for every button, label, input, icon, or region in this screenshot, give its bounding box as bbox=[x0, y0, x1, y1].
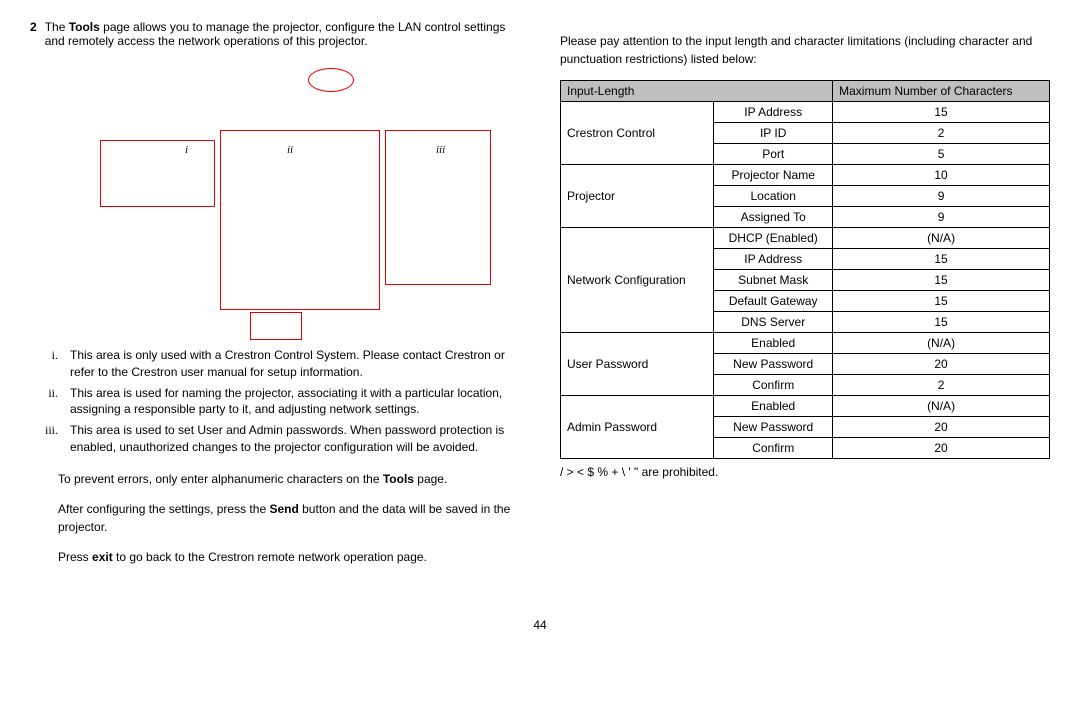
field-cell: Subnet Mask bbox=[714, 270, 833, 291]
left-column: 2 The Tools page allows you to manage th… bbox=[30, 20, 520, 578]
group-cell: Projector bbox=[561, 165, 714, 228]
diagram-label-iii: iii bbox=[436, 144, 445, 156]
tools-diagram: i ii iii bbox=[90, 62, 500, 317]
field-cell: IP ID bbox=[714, 123, 833, 144]
field-cell: IP Address bbox=[714, 249, 833, 270]
max-cell: (N/A) bbox=[833, 333, 1050, 354]
header-input-length: Input-Length bbox=[561, 81, 833, 102]
table-row: User PasswordEnabled(N/A) bbox=[561, 333, 1050, 354]
max-cell: 15 bbox=[833, 270, 1050, 291]
field-cell: Port bbox=[714, 144, 833, 165]
intro-text: The Tools page allows you to manage the … bbox=[45, 20, 520, 48]
field-cell: Enabled bbox=[714, 396, 833, 417]
diagram-box-i bbox=[100, 140, 215, 207]
max-cell: 10 bbox=[833, 165, 1050, 186]
field-cell: New Password bbox=[714, 417, 833, 438]
field-cell: New Password bbox=[714, 354, 833, 375]
header-max-chars: Maximum Number of Characters bbox=[833, 81, 1050, 102]
max-cell: 20 bbox=[833, 438, 1050, 459]
group-cell: Crestron Control bbox=[561, 102, 714, 165]
diagram-label-ii: ii bbox=[287, 144, 293, 156]
note-ii: ii.This area is used for naming the proj… bbox=[30, 385, 520, 419]
alphanumeric-note: To prevent errors, only enter alphanumer… bbox=[58, 470, 520, 488]
max-cell: 15 bbox=[833, 249, 1050, 270]
input-length-lead: Please pay attention to the input length… bbox=[560, 32, 1050, 68]
right-column: Please pay attention to the input length… bbox=[560, 20, 1050, 578]
table-row: Crestron ControlIP Address15 bbox=[561, 102, 1050, 123]
tools-intro: 2 The Tools page allows you to manage th… bbox=[30, 20, 520, 48]
note-iii: iii.This area is used to set User and Ad… bbox=[30, 422, 520, 456]
step-number: 2 bbox=[30, 20, 37, 34]
max-cell: 9 bbox=[833, 207, 1050, 228]
table-row: Admin PasswordEnabled(N/A) bbox=[561, 396, 1050, 417]
group-cell: Admin Password bbox=[561, 396, 714, 459]
max-cell: (N/A) bbox=[833, 228, 1050, 249]
diagram-notes-list: i.This area is only used with a Crestron… bbox=[30, 347, 520, 456]
table-row: ProjectorProjector Name10 bbox=[561, 165, 1050, 186]
note-i: i.This area is only used with a Crestron… bbox=[30, 347, 520, 381]
diagram-label-i: i bbox=[185, 144, 188, 156]
field-cell: DNS Server bbox=[714, 312, 833, 333]
field-cell: Confirm bbox=[714, 438, 833, 459]
field-cell: Enabled bbox=[714, 333, 833, 354]
group-cell: Network Configuration bbox=[561, 228, 714, 333]
diagram-box-bottom bbox=[250, 312, 302, 340]
group-cell: User Password bbox=[561, 333, 714, 396]
tools-word: Tools bbox=[69, 20, 100, 34]
max-cell: 5 bbox=[833, 144, 1050, 165]
page-number: 44 bbox=[30, 618, 1050, 632]
max-cell: 15 bbox=[833, 102, 1050, 123]
input-length-table: Input-Length Maximum Number of Character… bbox=[560, 80, 1050, 459]
diagram-ellipse bbox=[308, 68, 354, 92]
max-cell: (N/A) bbox=[833, 396, 1050, 417]
field-cell: DHCP (Enabled) bbox=[714, 228, 833, 249]
exit-note: Press exit to go back to the Crestron re… bbox=[58, 548, 520, 566]
field-cell: Projector Name bbox=[714, 165, 833, 186]
max-cell: 15 bbox=[833, 312, 1050, 333]
send-note: After configuring the settings, press th… bbox=[58, 500, 520, 536]
field-cell: Default Gateway bbox=[714, 291, 833, 312]
field-cell: IP Address bbox=[714, 102, 833, 123]
max-cell: 9 bbox=[833, 186, 1050, 207]
diagram-box-ii bbox=[220, 130, 380, 310]
max-cell: 20 bbox=[833, 354, 1050, 375]
prohibited-chars: / > < $ % + \ ' " are prohibited. bbox=[560, 465, 1050, 479]
max-cell: 2 bbox=[833, 375, 1050, 396]
table-row: Network ConfigurationDHCP (Enabled)(N/A) bbox=[561, 228, 1050, 249]
max-cell: 15 bbox=[833, 291, 1050, 312]
field-cell: Confirm bbox=[714, 375, 833, 396]
field-cell: Assigned To bbox=[714, 207, 833, 228]
max-cell: 2 bbox=[833, 123, 1050, 144]
field-cell: Location bbox=[714, 186, 833, 207]
max-cell: 20 bbox=[833, 417, 1050, 438]
